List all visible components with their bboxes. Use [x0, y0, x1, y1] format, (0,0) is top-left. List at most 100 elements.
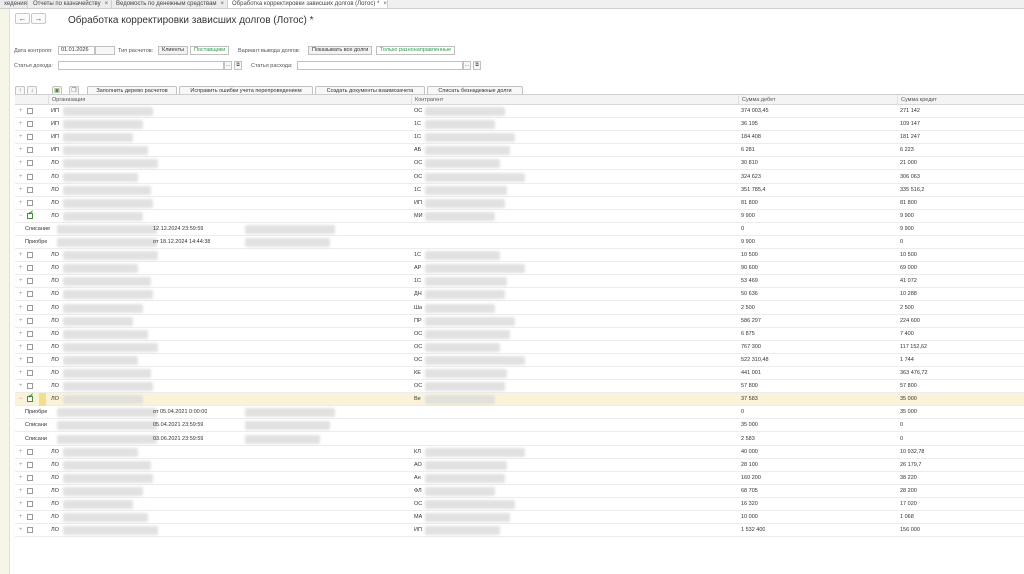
expand-icon[interactable]: +: [19, 134, 23, 140]
row-checkbox[interactable]: [27, 108, 33, 114]
table-row[interactable]: + ЛО ОС 522 310,48 1 744: [15, 354, 1024, 367]
expand-icon[interactable]: +: [19, 160, 23, 166]
expand-icon[interactable]: +: [19, 357, 23, 363]
table-row[interactable]: + ЛО КЕ 441 001 363 476,72: [15, 367, 1024, 380]
table-row[interactable]: + ЛО АО 28 100 26 179,7: [15, 459, 1024, 472]
expand-icon[interactable]: +: [19, 462, 23, 468]
row-checkbox[interactable]: [27, 173, 33, 180]
table-row[interactable]: + ЛО ОС 16 320 17 020: [15, 498, 1024, 511]
row-checkbox[interactable]: [27, 160, 33, 167]
calc-type-clients[interactable]: Клиенты: [158, 46, 189, 55]
row-checkbox[interactable]: [27, 317, 33, 324]
expense-item-input[interactable]: [297, 61, 463, 70]
row-checkbox[interactable]: [27, 199, 33, 206]
output-all-debts[interactable]: Показывать все долги: [308, 46, 373, 55]
expand-icon[interactable]: +: [19, 488, 23, 494]
table-row[interactable]: + ЛО ОС 767 300 117 152,62: [15, 341, 1024, 354]
table-row[interactable]: + ИП АБ 6 281 6 223: [15, 144, 1024, 158]
income-item-input[interactable]: [58, 61, 224, 70]
tab-home[interactable]: хедения: [0, 0, 28, 8]
expand-icon[interactable]: +: [19, 344, 23, 350]
table-row[interactable]: + ЛО Ша 2 500 2 500: [15, 302, 1024, 315]
row-checkbox[interactable]: [27, 252, 33, 259]
row-checkbox[interactable]: [27, 383, 33, 390]
table-row[interactable]: + ЛО ОС 6 875 7 400: [15, 328, 1024, 341]
close-icon[interactable]: ×: [383, 1, 387, 7]
table-row[interactable]: + ЛО 1С 10 500 10 500: [15, 249, 1024, 263]
row-checkbox[interactable]: [27, 291, 33, 298]
row-checkbox[interactable]: [27, 370, 33, 376]
table-row[interactable]: + ЛО ОС 324 623 306 063: [15, 171, 1024, 184]
expand-icon[interactable]: +: [19, 331, 23, 337]
expand-icon[interactable]: +: [19, 108, 23, 114]
expand-icon[interactable]: +: [19, 121, 23, 127]
table-row[interactable]: − ✔ ЛО Ве 37 583 35 000: [15, 393, 1024, 407]
table-row-document[interactable]: Списани 05.04.2021 23:59:59 35 000 0: [15, 419, 1024, 433]
expand-icon[interactable]: +: [19, 305, 23, 311]
expense-select-button[interactable]: ...: [463, 61, 471, 70]
expand-icon[interactable]: +: [19, 449, 23, 455]
table-row[interactable]: + ЛО ПР 586 297 224 600: [15, 315, 1024, 328]
row-checkbox[interactable]: [27, 330, 33, 337]
expand-icon[interactable]: +: [19, 501, 23, 507]
table-row-document[interactable]: Списание 12.12.2024 23:59:59 0 9 900: [15, 223, 1024, 236]
table-row[interactable]: + ЛО 1С 53 469 41 072: [15, 275, 1024, 289]
tab-debt-correction[interactable]: Обработка корректировки зависших долгов …: [228, 0, 388, 8]
row-checkbox[interactable]: [27, 487, 33, 494]
date-input[interactable]: 01.01.2026: [58, 46, 95, 55]
expand-icon[interactable]: +: [19, 383, 23, 389]
col-counterparty[interactable]: Контрагент: [411, 95, 738, 105]
expand-icon[interactable]: +: [19, 187, 23, 193]
table-row[interactable]: + ЛО МА 10 000 1 068: [15, 511, 1024, 525]
col-organization[interactable]: Организация: [48, 95, 411, 105]
col-credit[interactable]: Сумма кредит: [897, 95, 1024, 105]
row-checkbox[interactable]: [27, 265, 33, 272]
collapse-icon[interactable]: −: [19, 213, 23, 219]
row-checkbox[interactable]: [27, 527, 33, 534]
table-row[interactable]: + ЛО ИП 81 800 81 800: [15, 197, 1024, 210]
tab-cash-statement[interactable]: Ведомость по денежным средствам ×: [112, 0, 228, 8]
table-row[interactable]: − ✔ ЛО МИ 9 900 9 900: [15, 210, 1024, 223]
row-checkbox[interactable]: [27, 121, 33, 128]
table-row-document[interactable]: Приобре от 05.04.2021 0:00:00 0 35 000: [15, 406, 1024, 420]
calendar-button[interactable]: [95, 46, 115, 55]
row-checkbox[interactable]: [27, 461, 33, 468]
expand-icon[interactable]: +: [19, 291, 23, 297]
expand-icon[interactable]: +: [19, 147, 23, 153]
table-row[interactable]: + ЛО 1С 351 785,4 335 516,2: [15, 184, 1024, 197]
row-checkbox[interactable]: [27, 356, 33, 363]
expand-icon[interactable]: +: [19, 200, 23, 206]
table-row-document[interactable]: Списани 03.06.2021 23:59:59 2 583 0: [15, 433, 1024, 446]
row-checkbox[interactable]: [27, 501, 33, 507]
table-row[interactable]: + ЛО ОС 57 800 57 800: [15, 380, 1024, 394]
row-checkbox[interactable]: [27, 343, 33, 350]
close-icon[interactable]: ×: [105, 1, 109, 7]
row-checkbox[interactable]: [27, 278, 33, 285]
expand-icon[interactable]: +: [19, 318, 23, 324]
expand-icon[interactable]: +: [19, 370, 23, 376]
col-debit[interactable]: Сумма дебет: [738, 95, 897, 105]
table-row[interactable]: + ЛО Ан 160 200 38 220: [15, 472, 1024, 485]
income-select-button[interactable]: ...: [224, 61, 232, 70]
expand-icon[interactable]: +: [19, 252, 23, 258]
table-row[interactable]: + ИП 1С 184 408 181 247: [15, 131, 1024, 145]
calc-type-suppliers[interactable]: Поставщики: [190, 46, 230, 55]
table-row-document[interactable]: Приобре от 18.12.2024 14:44:38 9 900 0: [15, 236, 1024, 249]
expand-icon[interactable]: +: [19, 527, 23, 533]
row-checkbox[interactable]: [27, 514, 33, 521]
collapse-icon[interactable]: −: [19, 396, 23, 402]
expand-icon[interactable]: +: [19, 278, 23, 284]
row-checkbox[interactable]: [27, 186, 33, 193]
row-checkbox[interactable]: [27, 448, 33, 455]
back-button[interactable]: ←: [15, 13, 30, 24]
close-icon[interactable]: ×: [221, 1, 225, 7]
row-checkbox[interactable]: [27, 147, 33, 154]
income-open-icon[interactable]: ⧉: [234, 61, 242, 70]
table-row[interactable]: + ЛО ДН 50 636 10 288: [15, 288, 1024, 302]
table-row[interactable]: + ЛО ИП 1 532 400 156 000: [15, 524, 1024, 538]
table-row[interactable]: + ИП ОС 374 003,45 271 142: [15, 105, 1024, 118]
output-bidirectional[interactable]: Только разнонаправленные: [376, 46, 456, 55]
expand-icon[interactable]: +: [19, 475, 23, 481]
expense-open-icon[interactable]: ⧉: [473, 61, 481, 70]
row-checkbox[interactable]: [27, 474, 33, 481]
